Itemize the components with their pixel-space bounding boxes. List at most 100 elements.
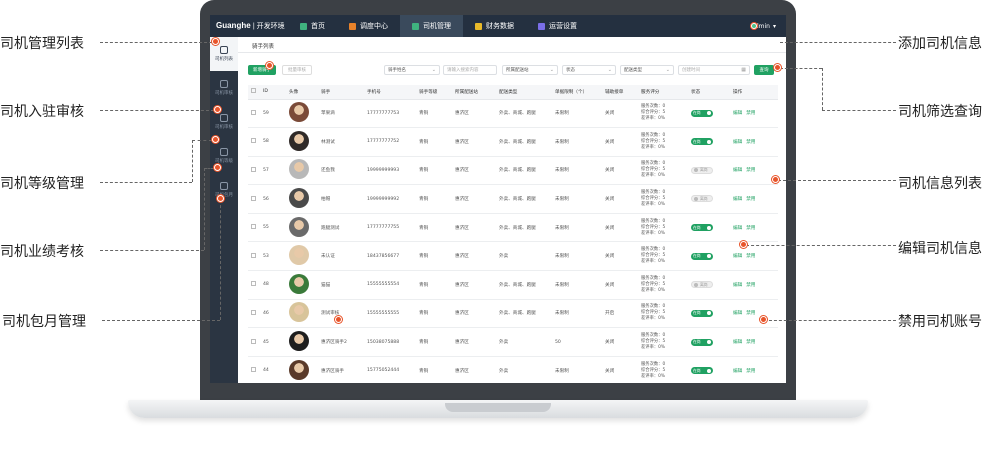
- nav-item-label: 司机管理: [423, 22, 451, 30]
- assist-cell: 关闭: [602, 327, 638, 357]
- sidebar-item-label: 司机审核: [215, 125, 233, 130]
- row-checkbox[interactable]: [251, 252, 256, 258]
- row-select-cell: [248, 213, 260, 243]
- table-row: 53 未认证 18437856677 青铜 惠济区 外卖 未限制 关闭 服务次数：0 综合评分：5…: [248, 241, 778, 272]
- phone-cell: 17777777752: [364, 127, 416, 157]
- table-row: 46 测试审核 15555555555 青铜 惠济区 外卖、商城、跑腿 未限制 开启 服务次数：…: [248, 299, 778, 329]
- station-cell: 惠济区: [452, 299, 496, 329]
- phone-cell: 17777777753: [364, 99, 416, 129]
- edit-link[interactable]: 编辑: [733, 369, 742, 374]
- edit-link[interactable]: 编辑: [733, 311, 742, 316]
- edit-link[interactable]: 编辑: [733, 340, 742, 345]
- edit-link[interactable]: 编辑: [733, 254, 742, 259]
- status-toggle[interactable]: 离岗: [691, 166, 713, 174]
- status-toggle[interactable]: 在岗: [691, 109, 713, 117]
- row-checkbox[interactable]: [251, 138, 256, 144]
- nav-item[interactable]: 调度中心: [337, 15, 400, 37]
- nav-item-label: 运营设置: [549, 22, 577, 30]
- delivery-type-select[interactable]: 配送类型 ⌄: [620, 65, 674, 75]
- edit-link[interactable]: 编辑: [733, 140, 742, 145]
- status-toggle[interactable]: 在岗: [691, 224, 713, 232]
- row-checkbox[interactable]: [251, 166, 256, 172]
- sidebar-item[interactable]: 司机审核: [210, 71, 238, 105]
- status-toggle[interactable]: 在岗: [691, 138, 713, 146]
- avatar: [289, 102, 309, 123]
- level-cell: 青铜: [416, 356, 452, 383]
- disable-link[interactable]: 禁用: [746, 311, 755, 316]
- disable-link[interactable]: 禁用: [746, 111, 755, 116]
- callout-driver-monthly: 司机包月管理: [2, 314, 86, 330]
- disable-link[interactable]: 禁用: [746, 340, 755, 345]
- status-toggle[interactable]: 离岗: [691, 195, 713, 203]
- row-checkbox[interactable]: [251, 109, 256, 115]
- status-cell: 在岗: [688, 356, 730, 383]
- row-select-cell: [248, 299, 260, 329]
- disable-link[interactable]: 禁用: [746, 140, 755, 145]
- menu-icon: [220, 46, 228, 54]
- callout-dot: [772, 176, 779, 183]
- select-all-checkbox[interactable]: [251, 88, 256, 94]
- sidebar-item[interactable]: 司机包月: [210, 173, 238, 207]
- limit-cell: 未限制: [552, 241, 602, 272]
- station-select[interactable]: 所属配送站 ⌄: [502, 65, 558, 75]
- status-toggle[interactable]: 在岗: [691, 367, 713, 375]
- status-toggle[interactable]: 离岗: [691, 281, 713, 289]
- disable-link[interactable]: 禁用: [746, 369, 755, 374]
- row-checkbox[interactable]: [251, 281, 256, 287]
- status-select[interactable]: 状态 ⌄: [562, 65, 616, 75]
- station-cell: 惠济区: [452, 270, 496, 300]
- disable-link[interactable]: 禁用: [746, 254, 755, 259]
- status-toggle[interactable]: 在岗: [691, 338, 713, 346]
- row-checkbox[interactable]: [251, 309, 256, 315]
- status-toggle[interactable]: 在岗: [691, 252, 713, 260]
- id-cell: 58: [260, 127, 286, 157]
- column-header[interactable]: [248, 85, 260, 100]
- disable-link[interactable]: 禁用: [746, 168, 755, 173]
- toggle-knob: [707, 368, 711, 373]
- rating-line: 差评率：0%: [641, 373, 666, 379]
- edit-link[interactable]: 编辑: [733, 197, 742, 202]
- type-cell: 外卖、商城、跑腿: [496, 184, 552, 214]
- status-cell: 在岗: [688, 327, 730, 357]
- rating-cell: 服务次数：0 综合评分：5 差评率：0%: [638, 127, 688, 157]
- nav-item[interactable]: 司机管理: [400, 15, 463, 37]
- limit-cell: 未限制: [552, 270, 602, 300]
- edit-link[interactable]: 编辑: [733, 168, 742, 173]
- level-cell: 青铜: [416, 127, 452, 157]
- status-toggle[interactable]: 在岗: [691, 309, 713, 317]
- actions-cell: 编辑 禁用: [730, 241, 778, 272]
- status-label: 在岗: [693, 138, 701, 144]
- batch-review-button[interactable]: 批量审核: [282, 65, 312, 75]
- row-checkbox[interactable]: [251, 224, 256, 230]
- disable-link[interactable]: 禁用: [746, 283, 755, 288]
- created-time-picker[interactable]: 创建时间 ▦: [678, 65, 750, 75]
- sidebar-item-label: 司机审核: [215, 91, 233, 96]
- actions-cell: 编辑 禁用: [730, 184, 778, 214]
- level-cell: 青铜: [416, 213, 452, 243]
- search-input[interactable]: 请输入搜索内容: [443, 65, 497, 75]
- admin-menu[interactable]: admin ▾: [751, 23, 786, 30]
- nav-item[interactable]: 运营设置: [526, 15, 589, 37]
- table-row: 56 柏帽 19999999992 青铜 惠济区 外卖、商城、跑腿 未限制 关闭 服务次数：0 综…: [248, 184, 778, 214]
- row-checkbox[interactable]: [251, 367, 256, 373]
- callout-line: [764, 320, 896, 321]
- disable-link[interactable]: 禁用: [746, 197, 755, 202]
- edit-link[interactable]: 编辑: [733, 226, 742, 231]
- column-header: 服务评分: [638, 85, 688, 100]
- status-cell: 在岗: [688, 213, 730, 243]
- edit-link[interactable]: 编辑: [733, 111, 742, 116]
- table-row: 57 还鱼我 19999999993 青铜 惠济区 外卖、商城、跑腿 未限制 关闭 服务次数：0…: [248, 156, 778, 186]
- limit-cell: 未限制: [552, 127, 602, 157]
- search-button[interactable]: 查询: [754, 65, 774, 75]
- row-checkbox[interactable]: [251, 338, 256, 344]
- rating-line: 差评率：0%: [641, 345, 666, 351]
- nav-item[interactable]: 首页: [288, 15, 337, 37]
- nav-item[interactable]: 财务数据: [463, 15, 526, 37]
- row-select-cell: [248, 184, 260, 214]
- disable-link[interactable]: 禁用: [746, 226, 755, 231]
- assist-cell: 关闭: [602, 270, 638, 300]
- edit-link[interactable]: 编辑: [733, 283, 742, 288]
- row-checkbox[interactable]: [251, 195, 256, 201]
- driver-name-select[interactable]: 骑手姓名 ⌄: [384, 65, 440, 75]
- avatar-cell: [286, 299, 318, 329]
